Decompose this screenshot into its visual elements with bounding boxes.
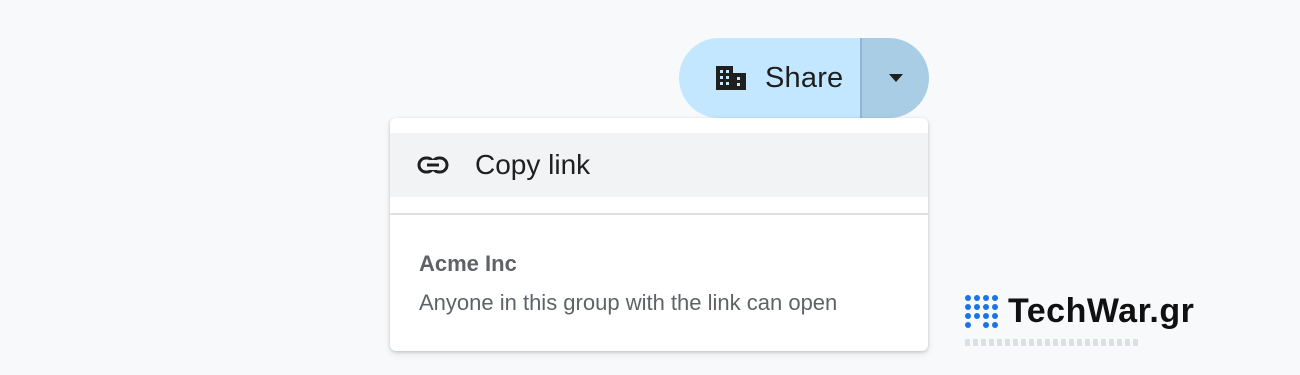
group-access-description: Anyone in this group with the link can o…	[419, 290, 838, 315]
techwar-dots-icon	[965, 295, 998, 328]
menu-separator	[390, 213, 928, 215]
copy-link-label: Copy link	[475, 149, 591, 180]
arrow-drop-down-icon	[888, 69, 903, 87]
watermark-text: TechWar.gr	[1008, 292, 1195, 330]
share-options-dropdown-button[interactable]	[862, 38, 929, 118]
group-name: Acme Inc	[419, 251, 517, 276]
watermark-tagline	[965, 339, 1140, 346]
share-split-button: Share	[679, 38, 929, 118]
share-button-label: Share	[765, 61, 844, 94]
share-options-menu: Copy link Acme Inc Anyone in this group …	[390, 118, 928, 351]
watermark-logo: TechWar.gr	[965, 292, 1194, 331]
link-icon	[417, 155, 451, 175]
building-icon	[715, 64, 747, 92]
menu-item-copy-link[interactable]: Copy link	[390, 133, 928, 197]
share-button[interactable]: Share	[679, 38, 860, 118]
